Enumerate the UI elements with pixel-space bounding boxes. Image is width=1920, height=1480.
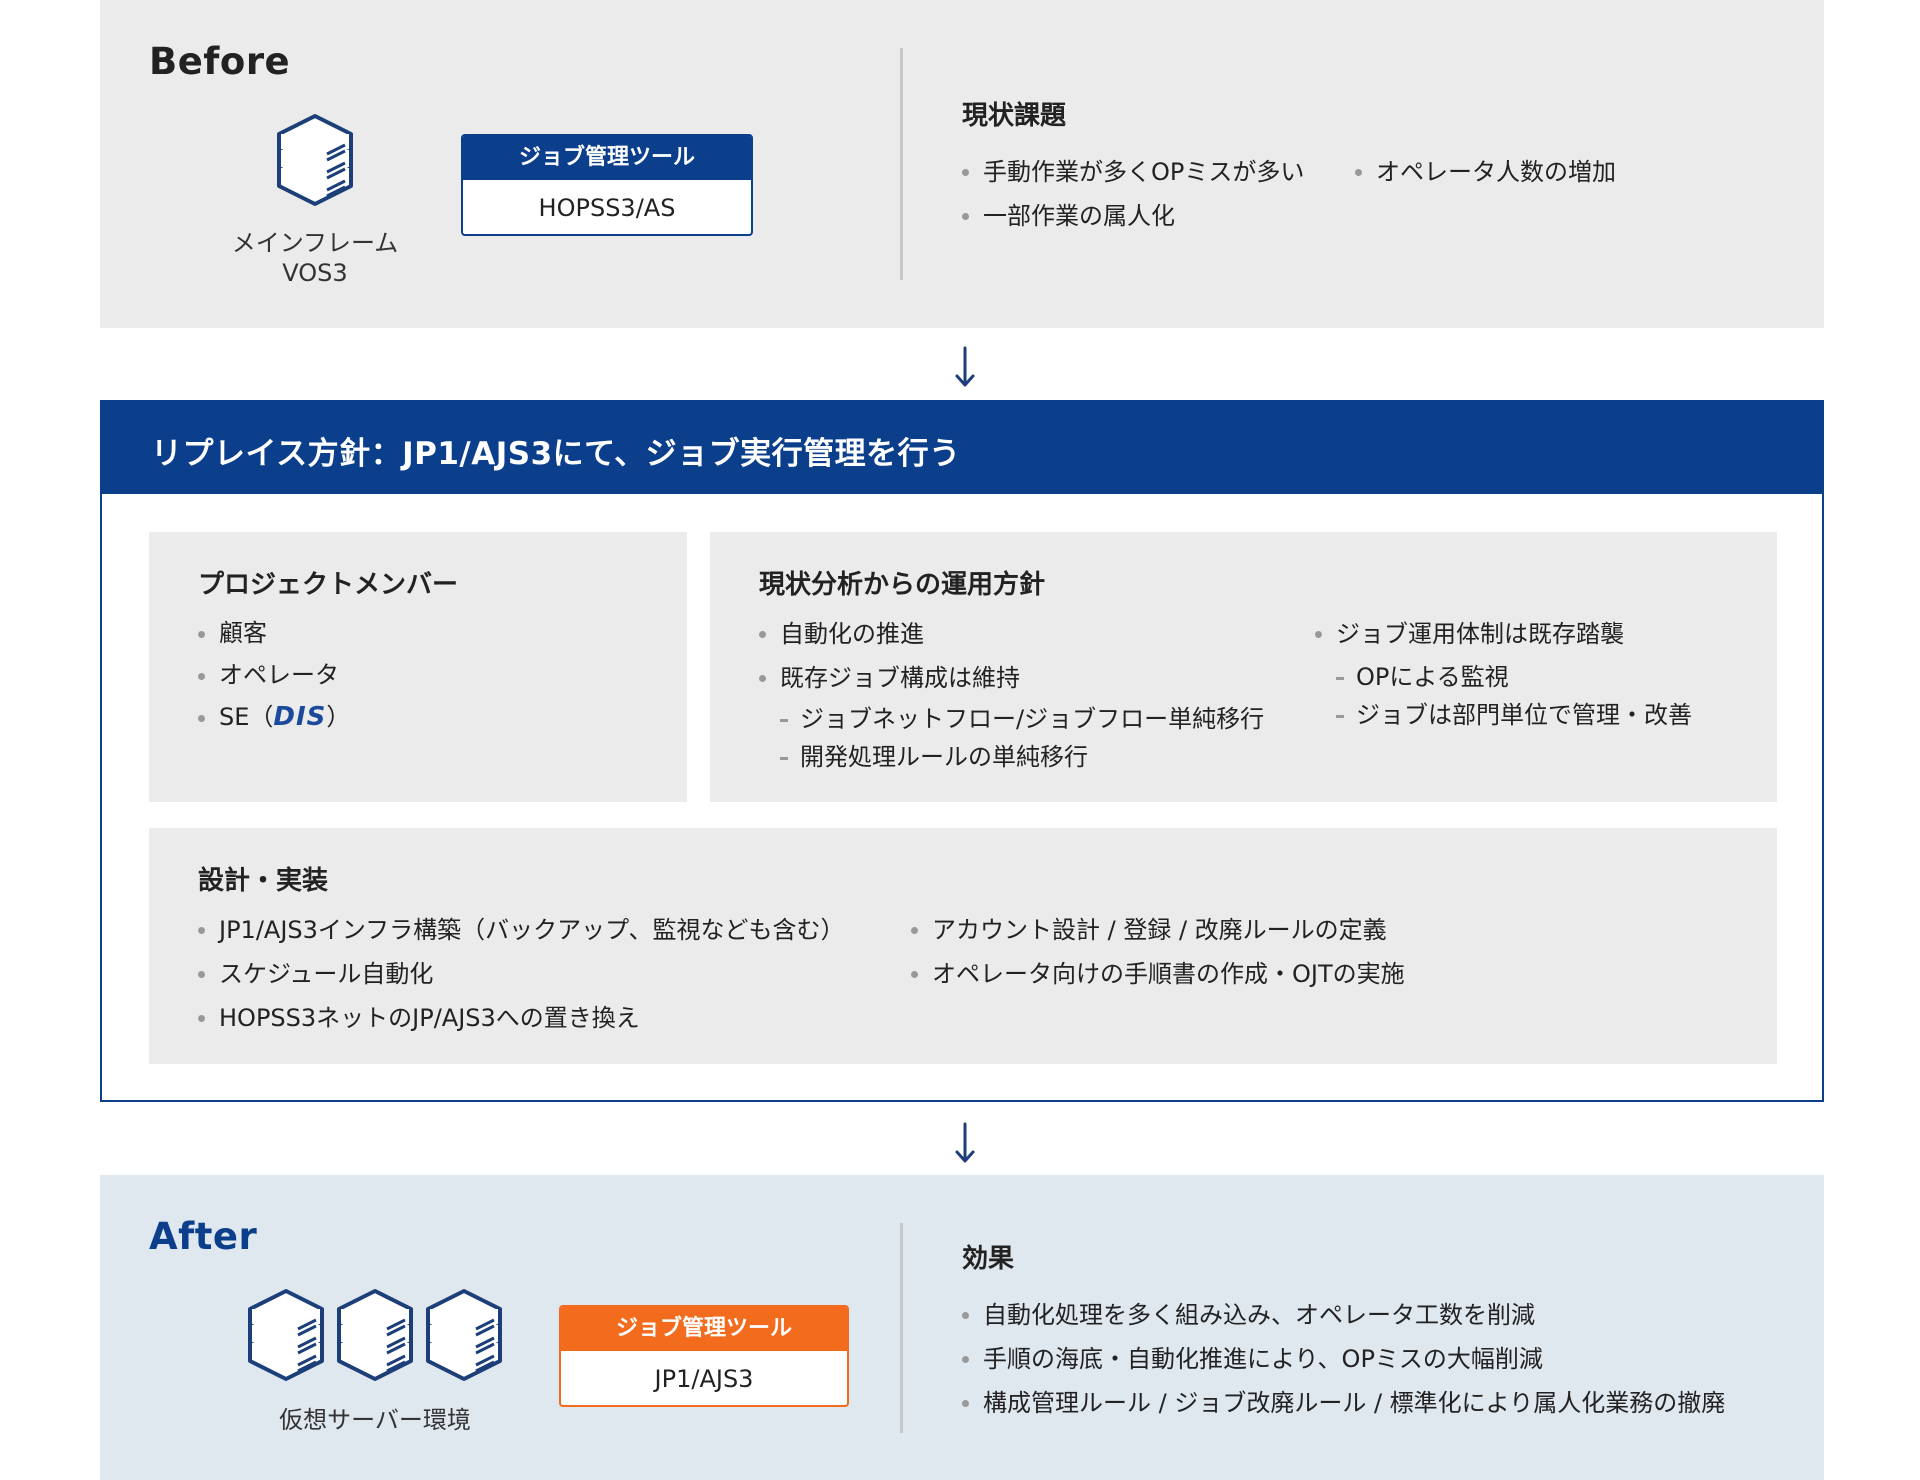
list-item: JP1/AJS3インフラ構築（バックアップ、監視なども含む） bbox=[198, 908, 844, 952]
mainframe-caption: メインフレーム VOS3 bbox=[215, 228, 415, 288]
project-members-box: プロジェクトメンバー 顧客 オペレータ SE（DIS） bbox=[149, 532, 687, 802]
issues-title: 現状課題 bbox=[962, 101, 1067, 131]
job-tool-name: HOPSS3/AS bbox=[538, 194, 676, 222]
list-item: 一部作業の属人化 bbox=[962, 194, 1304, 238]
replace-policy-frame: リプレイス方針：JP1/AJS3にて、ジョブ実行管理を行う プロジェクトメンバー… bbox=[100, 400, 1824, 1102]
down-arrow-icon bbox=[955, 1122, 975, 1163]
effects-list: 自動化処理を多く組み込み、オペレータ工数を削減 手順の海底・自動化推進により、O… bbox=[962, 1293, 1725, 1425]
virtual-servers-caption: 仮想サーバー環境 bbox=[279, 1406, 471, 1434]
job-tool-box-before: ジョブ管理ツール HOPSS3/AS bbox=[461, 134, 753, 236]
list-item: 自動化の推進 bbox=[759, 612, 1020, 656]
sub-list-item: ジョブは部門単位で管理・改善 bbox=[1335, 696, 1692, 734]
list-item: 既存ジョブ構成は維持 bbox=[759, 656, 1020, 700]
analysis-col1-list: 自動化の推進 既存ジョブ構成は維持 bbox=[759, 612, 1020, 700]
members-list: 顧客 オペレータ SE（DIS） bbox=[198, 612, 350, 738]
after-title: After bbox=[149, 1215, 258, 1258]
after-divider bbox=[900, 1223, 903, 1433]
se-prefix: SE（ bbox=[219, 703, 274, 731]
list-item: 顧客 bbox=[198, 612, 350, 654]
mainframe-caption-line1: メインフレーム bbox=[231, 229, 399, 257]
list-item: オペレータ人数の増加 bbox=[1355, 150, 1616, 194]
analysis-title: 現状分析からの運用方針 bbox=[759, 570, 1046, 600]
analysis-col2-sublist: OPによる監視 ジョブは部門単位で管理・改善 bbox=[1335, 658, 1692, 734]
server-stack-icon bbox=[337, 1289, 413, 1381]
design-title: 設計・実装 bbox=[198, 866, 329, 896]
sub-list-item: ジョブネットフロー/ジョブフロー単純移行 bbox=[779, 700, 1264, 738]
list-item: 手動作業が多くOPミスが多い bbox=[962, 150, 1304, 194]
analysis-col1-sublist: ジョブネットフロー/ジョブフロー単純移行 開発処理ルールの単純移行 bbox=[779, 700, 1264, 776]
analysis-box: 現状分析からの運用方針 自動化の推進 既存ジョブ構成は維持 ジョブネットフロー/… bbox=[710, 532, 1777, 802]
server-stack-icon bbox=[248, 1289, 324, 1381]
sub-list-item: OPによる監視 bbox=[1335, 658, 1692, 696]
policy-title: リプレイス方針：JP1/AJS3にて、ジョブ実行管理を行う bbox=[151, 436, 961, 472]
list-item: 構成管理ルール / ジョブ改廃ルール / 標準化により属人化業務の撤廃 bbox=[962, 1381, 1725, 1425]
design-list-right: アカウント設計 / 登録 / 改廃ルールの定義 オペレータ向けの手順書の作成・O… bbox=[911, 908, 1405, 996]
members-title: プロジェクトメンバー bbox=[198, 570, 459, 600]
job-tool-header: ジョブ管理ツール bbox=[561, 1307, 847, 1351]
design-implementation-box: 設計・実装 JP1/AJS3インフラ構築（バックアップ、監視なども含む） スケジ… bbox=[149, 828, 1777, 1064]
down-arrow-icon bbox=[955, 346, 975, 387]
list-item: HOPSS3ネットのJP/AJS3への置き換え bbox=[198, 996, 844, 1040]
mainframe-caption-line2: VOS3 bbox=[282, 259, 348, 287]
design-list-left: JP1/AJS3インフラ構築（バックアップ、監視なども含む） スケジュール自動化… bbox=[198, 908, 844, 1040]
job-tool-box-after: ジョブ管理ツール JP1/AJS3 bbox=[559, 1305, 849, 1407]
effects-title: 効果 bbox=[962, 1244, 1015, 1274]
server-stack-icon bbox=[426, 1289, 502, 1381]
server-stack-icon bbox=[277, 114, 353, 206]
before-panel: Before メインフレーム VOS3 ジョブ管理ツール HOPSS3/AS 現… bbox=[100, 0, 1824, 328]
list-item-se: SE（DIS） bbox=[198, 696, 350, 738]
before-title: Before bbox=[149, 40, 291, 83]
dis-logo: DIS bbox=[273, 702, 327, 732]
list-item: アカウント設計 / 登録 / 改廃ルールの定義 bbox=[911, 908, 1405, 952]
list-item: オペレータ bbox=[198, 654, 350, 696]
list-item: オペレータ向けの手順書の作成・OJTの実施 bbox=[911, 952, 1405, 996]
job-tool-header: ジョブ管理ツール bbox=[463, 136, 751, 180]
analysis-col2-list: ジョブ運用体制は既存踏襲 bbox=[1315, 612, 1624, 656]
issues-list-left: 手動作業が多くOPミスが多い 一部作業の属人化 bbox=[962, 150, 1304, 238]
list-item: 自動化処理を多く組み込み、オペレータ工数を削減 bbox=[962, 1293, 1725, 1337]
job-tool-name: JP1/AJS3 bbox=[654, 1365, 754, 1393]
after-panel: After 仮想サーバー環境 ジョブ管理ツール JP1/AJS3 効果 自動化処… bbox=[100, 1175, 1824, 1480]
before-divider bbox=[900, 48, 903, 280]
policy-header: リプレイス方針：JP1/AJS3にて、ジョブ実行管理を行う bbox=[102, 402, 1822, 494]
list-item: ジョブ運用体制は既存踏襲 bbox=[1315, 612, 1624, 656]
se-suffix: ） bbox=[326, 703, 351, 731]
list-item: スケジュール自動化 bbox=[198, 952, 844, 996]
sub-list-item: 開発処理ルールの単純移行 bbox=[779, 738, 1264, 776]
issues-list-right: オペレータ人数の増加 bbox=[1355, 150, 1616, 194]
list-item: 手順の海底・自動化推進により、OPミスの大幅削減 bbox=[962, 1337, 1725, 1381]
